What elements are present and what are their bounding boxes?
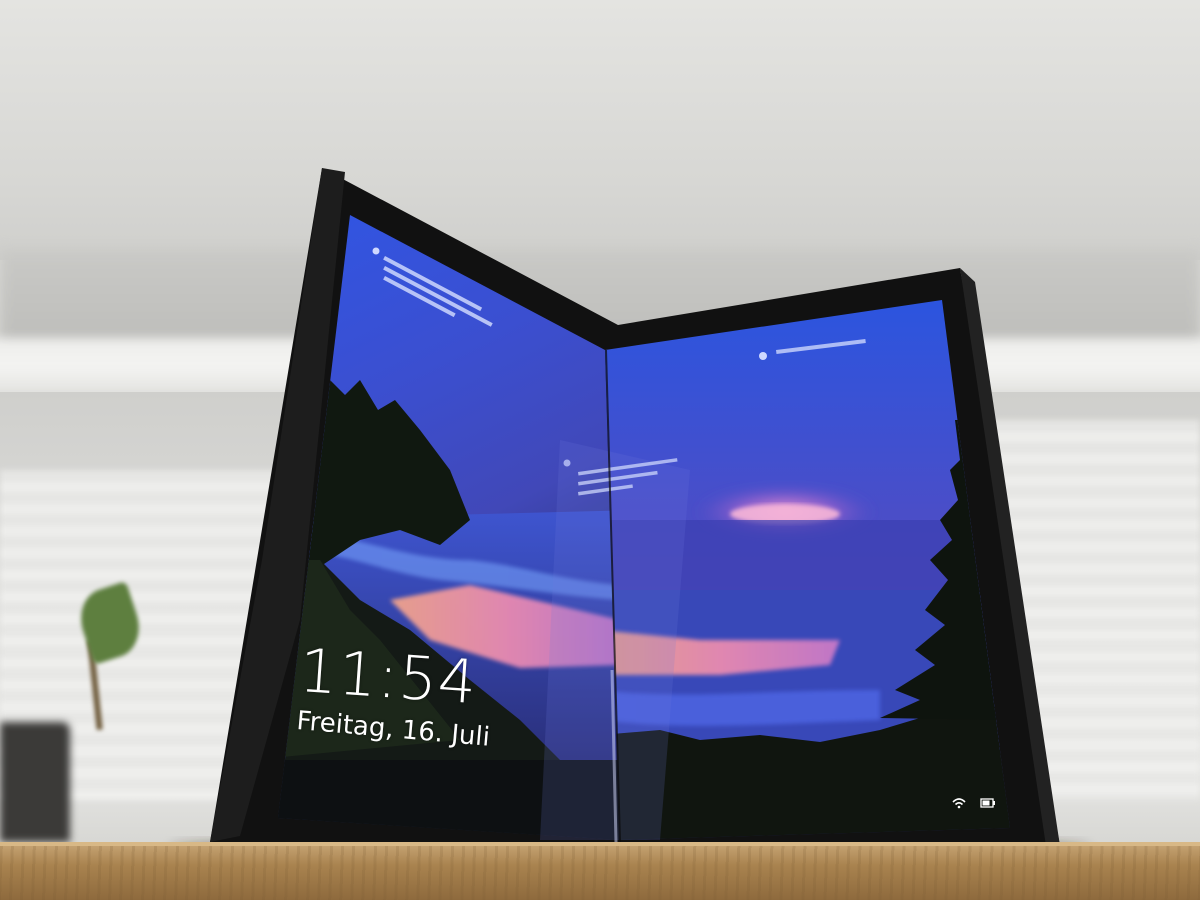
wooden-shelf — [0, 842, 1200, 900]
lock-screen-time: 11:54 — [297, 636, 480, 719]
foldable-laptop — [170, 168, 1090, 858]
notification-icon-left — [372, 247, 380, 255]
wifi-icon — [952, 798, 966, 809]
notification-icon-right — [759, 352, 767, 360]
battery-icon — [980, 798, 995, 808]
photo-scene: 11:54 Freitag, 16. Juli — [0, 0, 1200, 900]
